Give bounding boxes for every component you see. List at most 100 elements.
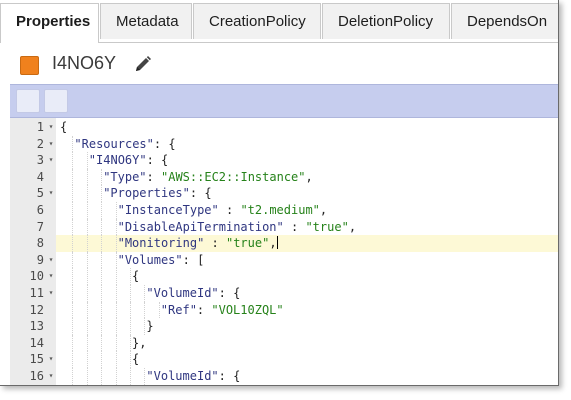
code-line[interactable]: 10 ▾ { (10, 268, 558, 285)
indent-guide (115, 301, 117, 319)
indent-guide (101, 185, 103, 202)
tab-label: CreationPolicy (209, 13, 306, 30)
punct-token: : (196, 302, 212, 317)
code-line[interactable]: 5 ▾ "Properties": { (10, 185, 558, 202)
line-number: 13 (29, 319, 44, 334)
fold-arrow-icon[interactable]: ▾ (46, 368, 56, 385)
fold-arrow-icon[interactable]: ▾ (46, 136, 56, 153)
indent-guide (101, 218, 103, 236)
indent-guide (86, 334, 88, 352)
indent-guide (101, 202, 103, 219)
indent-guide (101, 285, 103, 302)
code-line[interactable]: 4 "Type": "AWS::EC2::Instance", (10, 168, 558, 186)
punct-token: , (319, 203, 328, 217)
code-line[interactable]: 14}, (10, 334, 558, 352)
code-area: "Type": "AWS::EC2::Instance", (56, 168, 558, 186)
code-line[interactable]: 13} (10, 318, 558, 335)
fold-arrow-icon[interactable]: ▾ (46, 119, 56, 136)
pencil-icon[interactable] (134, 55, 152, 73)
code-line[interactable]: 1 ▾ { (10, 119, 558, 136)
json-code-editor[interactable]: 1 ▾{2 ▾ "Resources": {3 ▾ "I4NO6Y": {4 "Type":… (10, 118, 558, 385)
code-line[interactable]: 2 ▾ "Resources": { (10, 135, 558, 153)
tab-properties[interactable]: Properties (0, 3, 99, 43)
code-line[interactable]: 8 "Monitoring" : "true", (10, 235, 558, 252)
resource-color-swatch[interactable] (20, 56, 39, 75)
code-area: "Volumes": [ (56, 251, 558, 269)
code-line[interactable]: 15 ▾ { (10, 351, 558, 368)
code-line[interactable]: 7 "DisableApiTermination" : "true", (10, 218, 558, 236)
tab-deletion-policy[interactable]: DeletionPolicy (322, 3, 450, 39)
resource-title-row: I4NO6Y (0, 44, 558, 84)
indent-guide (72, 368, 74, 385)
line-number: 4 (36, 169, 44, 184)
line-number: 6 (36, 203, 44, 217)
punct-token: : (146, 169, 161, 184)
indent-guide (130, 368, 131, 385)
tab-label: DeletionPolicy (338, 13, 434, 30)
indent-guide (144, 318, 146, 335)
punct-token: , (305, 169, 313, 184)
punct-token: }, (132, 335, 147, 350)
indent-guide (86, 152, 88, 169)
tab-creation-policy[interactable]: CreationPolicy (193, 3, 321, 39)
punct-token: : { (218, 369, 241, 383)
code-text: { (132, 351, 139, 368)
punct-token: { (60, 120, 68, 134)
code-line[interactable]: 6 "InstanceType" : "t2.medium", (10, 202, 558, 219)
key-token: "InstanceType" (117, 203, 219, 217)
code-text: { (60, 119, 67, 136)
indent-guide (115, 251, 117, 269)
indent-guide (86, 285, 88, 302)
code-line[interactable]: 16 ▾ "VolumeId": { (10, 368, 558, 385)
code-line[interactable]: 3 ▾ "I4NO6Y": { (10, 152, 558, 169)
indent-guide (144, 301, 146, 319)
text-cursor (276, 236, 278, 250)
code-area: "VolumeId": { (56, 285, 558, 302)
indent-guide (101, 334, 103, 352)
fold-arrow-icon[interactable]: ▾ (46, 285, 56, 302)
tab-label: Metadata (116, 13, 179, 30)
punct-token: { (132, 352, 140, 367)
indent-guide (101, 251, 103, 269)
punct-token: : (218, 203, 241, 217)
code-line[interactable]: 9 ▾ "Volumes": [ (10, 251, 558, 269)
key-token: "Volumes" (117, 252, 183, 267)
code-text: "Monitoring" : "true", (118, 235, 278, 252)
tab-depends-on[interactable]: DependsOn (451, 3, 558, 39)
indent-guide (115, 268, 117, 285)
code-line[interactable]: 12 "Ref": "VOL10ZQL" (10, 301, 558, 319)
indent-guide (72, 218, 74, 236)
indent-guide (72, 301, 74, 319)
tab-metadata[interactable]: Metadata (100, 3, 192, 39)
code-area: { (56, 119, 558, 136)
indent-guide (86, 251, 88, 269)
indent-guide (115, 368, 117, 385)
line-number: 16 (29, 369, 44, 383)
key-token: "DisableApiTermination" (117, 219, 284, 234)
line-number: 15 (29, 352, 44, 367)
fold-arrow-icon[interactable]: ▾ (46, 351, 56, 368)
indent-guide (130, 351, 131, 368)
resource-name: I4NO6Y (52, 53, 117, 73)
line-number: 5 (36, 186, 44, 201)
code-area: { (56, 351, 558, 368)
line-number: 8 (36, 236, 44, 251)
fold-arrow-icon[interactable]: ▾ (46, 252, 56, 269)
code-text: "VolumeId": { (146, 368, 240, 385)
toolbar-button-1[interactable] (16, 89, 40, 113)
indent-guide (86, 368, 88, 385)
key-token: "Properties" (103, 186, 190, 201)
fold-arrow-icon[interactable]: ▾ (46, 185, 56, 202)
indent-guide (115, 318, 117, 335)
indent-guide (115, 351, 117, 368)
punct-token: : (283, 219, 306, 234)
code-area: }, (56, 334, 558, 352)
indent-guide (130, 285, 131, 302)
fold-arrow-icon[interactable]: ▾ (46, 268, 56, 285)
indent-guide (86, 268, 88, 285)
fold-arrow-icon[interactable]: ▾ (46, 152, 56, 169)
line-number: 2 (36, 136, 44, 151)
indent-guide (72, 318, 74, 335)
toolbar-button-2[interactable] (44, 89, 68, 113)
code-line[interactable]: 11 ▾ "VolumeId": { (10, 285, 558, 302)
